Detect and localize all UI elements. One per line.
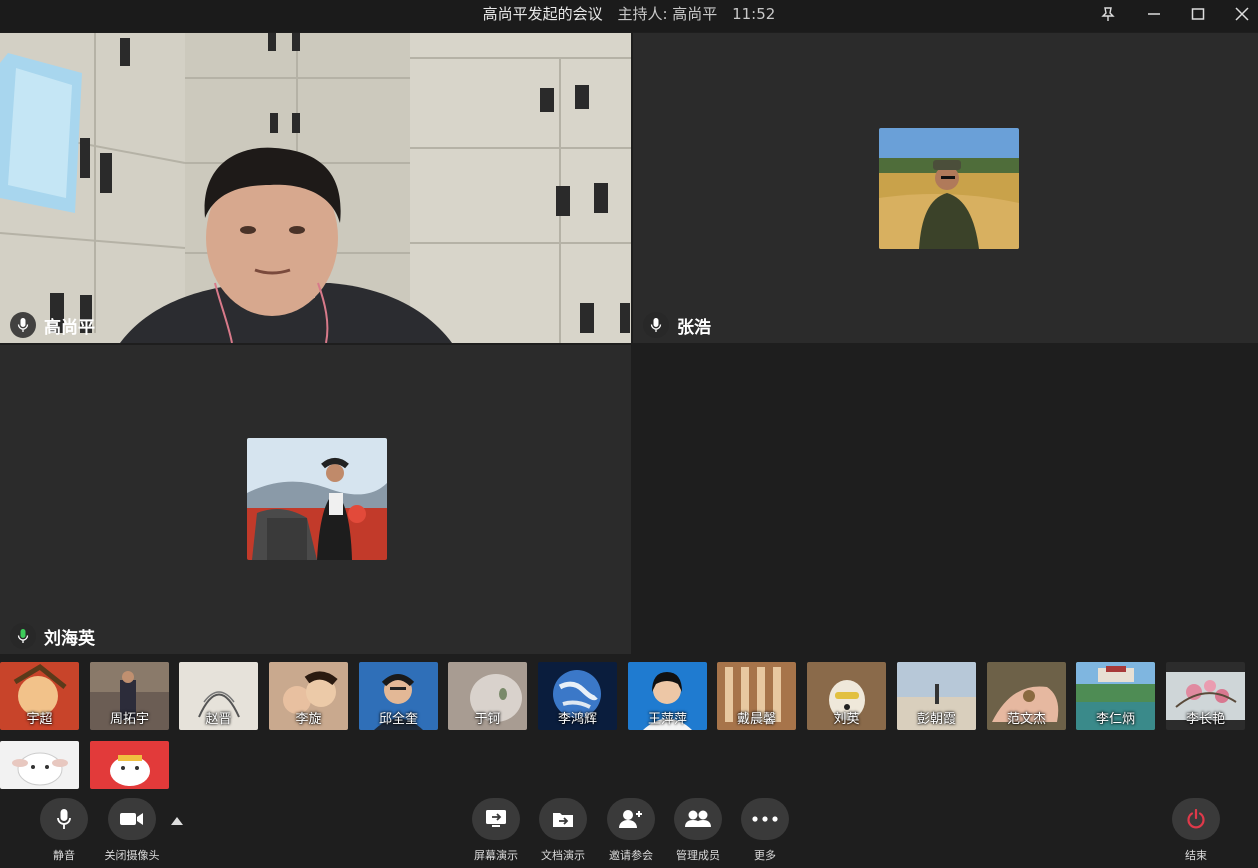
participant-thumbnail[interactable]: 王萍萍 [628,662,707,730]
participant-name: 刘海英 [44,628,95,649]
invite-label: 邀请参会 [609,849,653,862]
thumbnail-name: 赵晋 [205,712,232,727]
manage-members-button[interactable]: 管理成员 [663,798,733,863]
thumbnail-name: 李仁炳 [1095,712,1135,727]
doc-share-button[interactable]: 文档演示 [528,798,598,863]
title-bar: 高尚平发起的会议 主持人: 高尚平 11:52 [0,0,1258,32]
close-icon[interactable] [1222,0,1258,28]
video-tile-speaker[interactable]: 高尚平 [0,33,631,343]
screen-share-icon [472,798,520,840]
participant-thumbnail[interactable]: 范文杰 [987,662,1066,730]
empty-video-tile [633,345,1258,654]
participant-thumbnail[interactable]: 李鸿辉 [538,662,617,730]
thumbnail-name: 王萍萍 [647,712,687,727]
members-icon [674,798,722,840]
participant-thumbnail[interactable]: 刘英 [807,662,886,730]
thumbnail-name: 宇超 [26,712,53,727]
participant-thumbnail[interactable]: 李旋 [269,662,348,730]
screen-share-label: 屏幕演示 [474,849,518,862]
pin-icon[interactable] [1088,0,1128,28]
participant-avatar-photo [247,438,387,560]
power-icon [1172,798,1220,840]
caret-up-icon[interactable] [170,815,184,827]
participant-thumbnail[interactable] [90,741,169,789]
thumbnail-name: 戴晨馨 [736,712,776,727]
thumbnail-name: 范文杰 [1006,712,1046,727]
speaker-video-feed [0,33,631,343]
participant-thumbnail[interactable]: 李长艳 [1166,662,1245,730]
participant-thumbnail[interactable] [0,741,79,789]
invite-button[interactable]: 邀请参会 [596,798,666,863]
participant-thumbnail[interactable]: 邱全奎 [359,662,438,730]
participant-thumbnail[interactable]: 李仁炳 [1076,662,1155,730]
microphone-icon [40,798,88,840]
thumbnail-name [0,769,79,789]
thumbnail-name: 李旋 [295,712,322,727]
mute-button[interactable]: 静音 [29,798,99,863]
thumbnail-name: 于钶 [474,712,501,727]
participant-thumbnail[interactable]: 于钶 [448,662,527,730]
participant-name-label: 刘海英 [10,623,95,649]
participant-thumbnail[interactable]: 彭朝霞 [897,662,976,730]
participant-name: 张浩 [677,317,711,338]
participant-thumbnail[interactable]: 宇超 [0,662,79,730]
meeting-clock: 11:52 [732,5,776,23]
meeting-title: 高尚平发起的会议 [482,5,603,23]
thumbnail-name: 邱全奎 [378,712,418,727]
participant-avatar-photo [879,128,1019,249]
microphone-icon [643,312,669,338]
end-meeting-label: 结束 [1185,849,1207,862]
add-user-icon [607,798,655,840]
camera-off-label: 关闭摄像头 [104,849,160,862]
video-tile-participant-2[interactable]: 张浩 [633,33,1258,343]
ellipsis-icon [741,798,789,840]
minimize-icon[interactable] [1134,0,1174,28]
video-camera-icon [108,798,156,840]
host-label: 主持人: 高尚平 [617,5,718,23]
participant-thumbnail[interactable]: 周拓宇 [90,662,169,730]
camera-off-button[interactable]: 关闭摄像头 [97,798,167,863]
speaker-name: 高尚平 [44,317,95,338]
end-meeting-button[interactable]: 结束 [1161,798,1231,863]
speaker-name-label: 高尚平 [10,312,95,338]
thumbnail-name: 李鸿辉 [557,712,597,727]
doc-share-label: 文档演示 [541,849,585,862]
microphone-icon [10,312,36,338]
thumbnail-name: 彭朝霞 [916,712,956,727]
thumbnail-name [90,769,169,789]
screen-share-button[interactable]: 屏幕演示 [461,798,531,863]
mute-label: 静音 [53,849,75,862]
participant-thumbnail[interactable]: 赵晋 [179,662,258,730]
thumbnail-name: 李长艳 [1185,712,1225,727]
thumbnail-name: 周拓宇 [109,712,149,727]
thumbnail-name: 刘英 [833,712,860,727]
document-folder-icon [539,798,587,840]
microphone-active-icon [10,623,36,649]
meeting-title-group: 高尚平发起的会议 主持人: 高尚平 11:52 [0,0,1258,28]
more-button[interactable]: 更多 [730,798,800,863]
participant-name-label: 张浩 [643,312,711,338]
maximize-icon[interactable] [1178,0,1218,28]
participant-thumbnail[interactable]: 戴晨馨 [717,662,796,730]
more-label: 更多 [754,849,776,862]
video-tile-participant-3[interactable]: 刘海英 [0,345,631,654]
manage-members-label: 管理成员 [676,849,720,862]
